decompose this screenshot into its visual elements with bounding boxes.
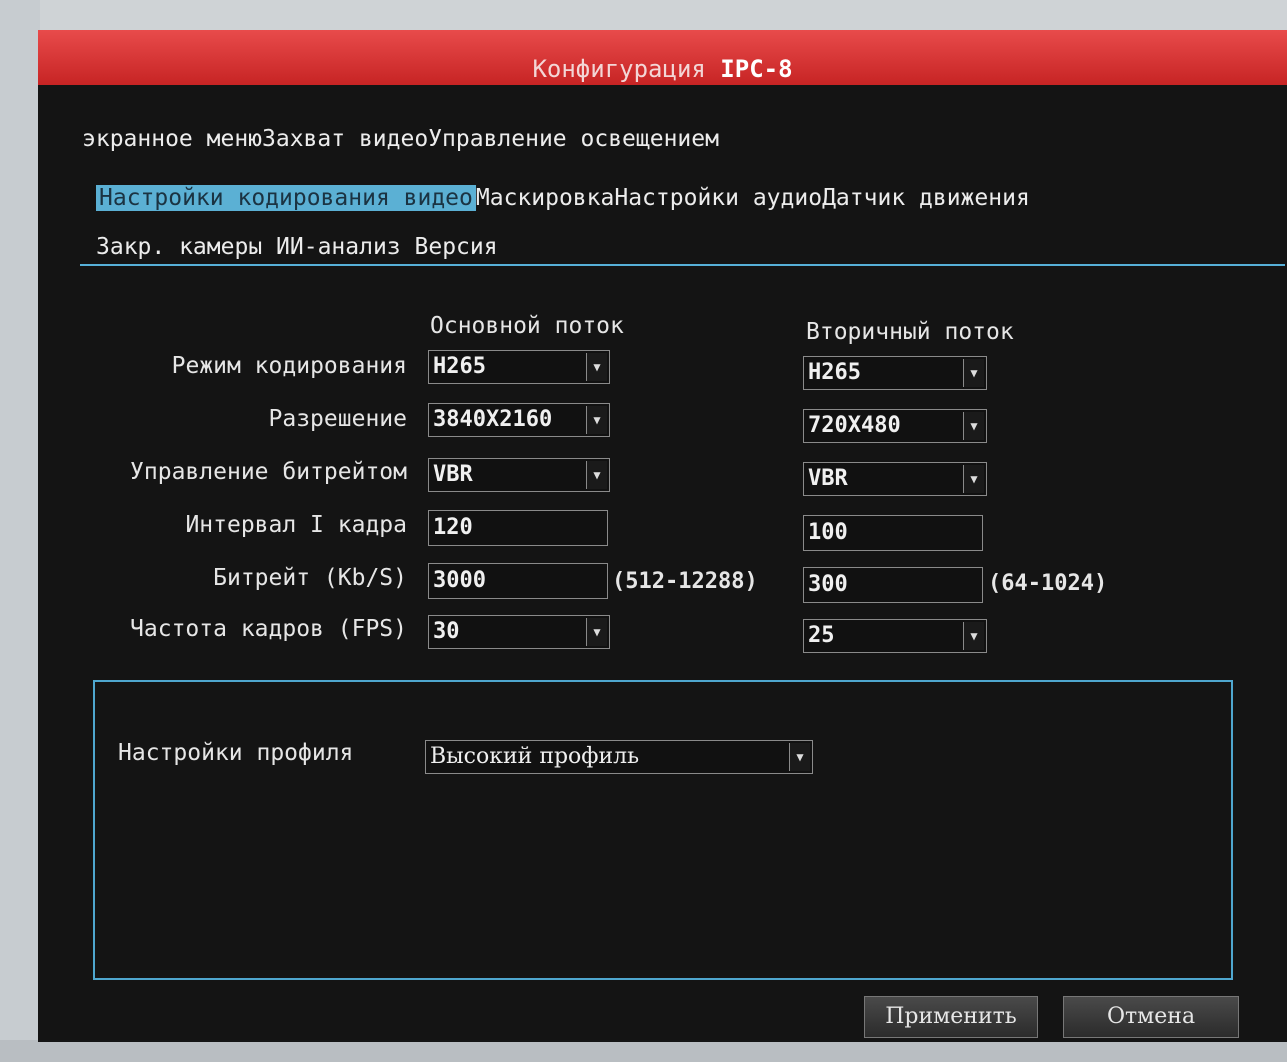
- profile-label: Настройки профиля: [118, 740, 354, 766]
- sub-stream-header: Вторичный поток: [806, 319, 1014, 345]
- bitrate-label: Битрейт (Kb/S): [213, 565, 407, 591]
- dropdown-arrow-icon[interactable]: ▼: [963, 412, 984, 440]
- photo-backdrop-bottom: [0, 1040, 1287, 1062]
- tab-row-1: экранное менюЗахват видеоУправление осве…: [82, 126, 719, 152]
- encode-mode-label: Режим кодирования: [171, 353, 407, 379]
- apply-button[interactable]: Применить: [864, 996, 1038, 1038]
- profile-select[interactable]: Высокий профиль ▼: [425, 740, 813, 774]
- main-bitrate-value: 3000: [433, 568, 486, 593]
- sub-bitrate-range: (64-1024): [988, 571, 1108, 596]
- sub-encode-mode-value: H265: [808, 360, 861, 385]
- main-encode-mode-select[interactable]: H265 ▼: [428, 350, 610, 384]
- fps-label: Частота кадров (FPS): [130, 616, 407, 642]
- tab-masking[interactable]: Маскировка: [476, 185, 614, 211]
- sub-bitrate-control-select[interactable]: VBR ▼: [803, 462, 987, 496]
- photo-backdrop-left: [0, 0, 40, 1062]
- sub-iframe-interval-input[interactable]: 100: [803, 515, 983, 551]
- tab-osd-menu[interactable]: экранное меню: [82, 126, 262, 152]
- config-window: Конфигурация IPC-8 экранное менюЗахват в…: [38, 30, 1287, 1042]
- tab-row-2: Настройки кодирования видео МаскировкаНас…: [96, 185, 1030, 211]
- main-iframe-interval-input[interactable]: 120: [428, 510, 608, 546]
- tab-audio-settings[interactable]: Настройки аудио: [614, 185, 822, 211]
- main-stream-header: Основной поток: [430, 313, 624, 339]
- dropdown-arrow-icon[interactable]: ▼: [586, 353, 607, 381]
- dropdown-arrow-icon[interactable]: ▼: [963, 465, 984, 493]
- bitrate-control-label: Управление битрейтом: [130, 459, 407, 485]
- main-bitrate-range: (512-12288): [612, 569, 758, 594]
- sub-fps-select[interactable]: 25 ▼: [803, 619, 987, 653]
- sub-resolution-select[interactable]: 720X480 ▼: [803, 409, 987, 443]
- sub-bitrate-value: 300: [808, 572, 848, 597]
- main-resolution-value: 3840X2160: [433, 407, 553, 432]
- dropdown-arrow-icon[interactable]: ▼: [586, 618, 607, 646]
- cancel-button[interactable]: Отмена: [1063, 996, 1239, 1038]
- dropdown-arrow-icon[interactable]: ▼: [586, 461, 607, 489]
- sub-iframe-interval-value: 100: [808, 520, 848, 545]
- tab-ai-analysis[interactable]: ИИ-анализ: [276, 234, 401, 260]
- window-title: Конфигурация: [532, 55, 706, 83]
- sub-fps-value: 25: [808, 623, 835, 648]
- iframe-interval-label: Интервал I кадра: [185, 512, 407, 538]
- tab-video-capture[interactable]: Захват видео: [262, 126, 428, 152]
- sub-bitrate-input[interactable]: 300: [803, 567, 983, 603]
- dropdown-arrow-icon[interactable]: ▼: [586, 406, 607, 434]
- main-resolution-select[interactable]: 3840X2160 ▼: [428, 403, 610, 437]
- main-fps-select[interactable]: 30 ▼: [428, 615, 610, 649]
- dropdown-arrow-icon[interactable]: ▼: [963, 359, 984, 387]
- tab-video-encoding[interactable]: Настройки кодирования видео: [96, 185, 476, 211]
- resolution-label: Разрешение: [268, 406, 407, 432]
- main-iframe-interval-value: 120: [433, 515, 473, 540]
- window-titlebar: Конфигурация IPC-8: [38, 30, 1287, 85]
- photo-backdrop-top: [0, 0, 1287, 30]
- dropdown-arrow-icon[interactable]: ▼: [963, 622, 984, 650]
- main-bitrate-control-select[interactable]: VBR ▼: [428, 458, 610, 492]
- sub-resolution-value: 720X480: [808, 413, 901, 438]
- tab-version[interactable]: Версия: [415, 234, 498, 260]
- tab-underline: [80, 264, 1285, 266]
- profile-value: Высокий профиль: [430, 744, 640, 769]
- main-encode-mode-value: H265: [433, 354, 486, 379]
- tab-light-control[interactable]: Управление освещением: [428, 126, 719, 152]
- sub-encode-mode-select[interactable]: H265 ▼: [803, 356, 987, 390]
- main-bitrate-input[interactable]: 3000: [428, 563, 608, 599]
- tab-camera-tamper[interactable]: Закр. камеры: [96, 234, 262, 260]
- main-fps-value: 30: [433, 619, 460, 644]
- tab-motion-sensor[interactable]: Датчик движения: [822, 185, 1030, 211]
- tab-row-3: Закр. камеры ИИ-анализ Версия: [96, 234, 498, 260]
- dropdown-arrow-icon[interactable]: ▼: [789, 743, 810, 771]
- main-bitrate-control-value: VBR: [433, 462, 473, 487]
- window-device-name: IPC-8: [720, 55, 793, 83]
- sub-bitrate-control-value: VBR: [808, 466, 848, 491]
- profile-panel: [93, 680, 1233, 980]
